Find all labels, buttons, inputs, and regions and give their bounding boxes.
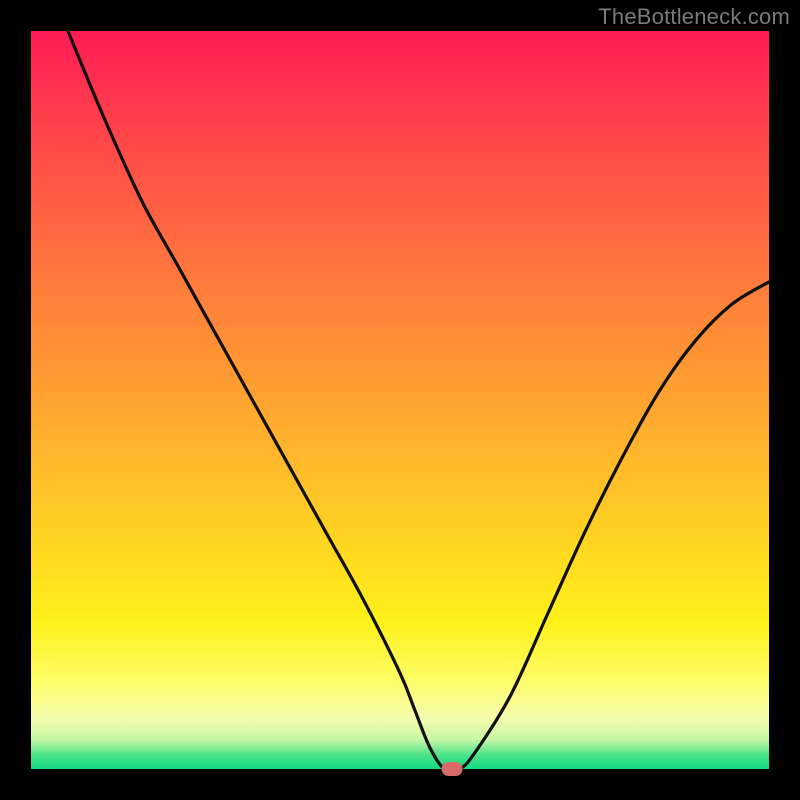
optimal-marker (441, 762, 462, 776)
chart-frame: TheBottleneck.com (0, 0, 800, 800)
bottleneck-curve (31, 31, 769, 769)
watermark-text: TheBottleneck.com (598, 4, 790, 30)
plot-area (31, 31, 769, 769)
